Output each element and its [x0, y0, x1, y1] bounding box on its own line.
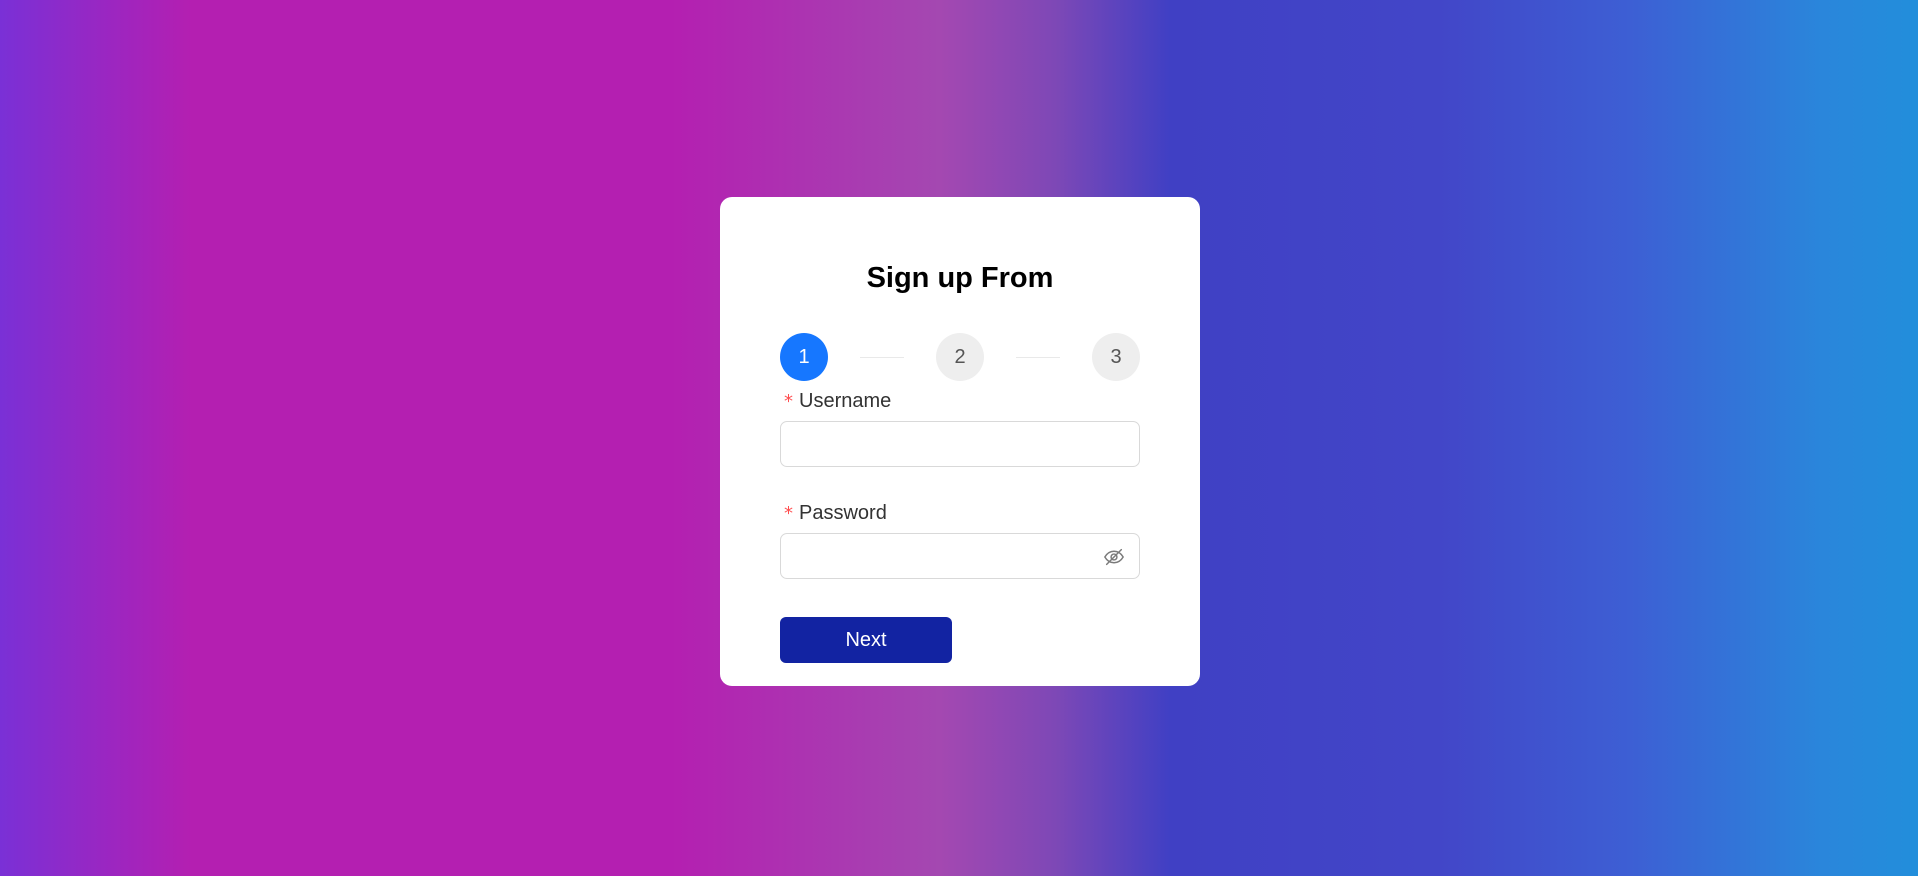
step-2[interactable]: 2 — [936, 333, 984, 381]
password-label-text: Password — [799, 502, 887, 524]
form-title: Sign up From — [866, 262, 1054, 294]
step-1[interactable]: 1 — [780, 333, 828, 381]
password-label: * Password — [780, 501, 1140, 525]
step-connector — [1016, 356, 1060, 358]
username-label-text: Username — [799, 390, 892, 412]
username-label: * Username — [780, 389, 1140, 413]
signup-card: Sign up From 1 2 3 * Username * Password N… — [720, 197, 1200, 686]
username-field-wrapper — [780, 421, 1140, 467]
required-mark: * — [784, 503, 793, 524]
page-background: { "form": { "title": "Sign up From", "st… — [0, 0, 1918, 876]
step-connector — [860, 356, 904, 358]
step-3[interactable]: 3 — [1092, 333, 1140, 381]
step-indicator: 1 2 3 — [780, 333, 1140, 381]
next-button[interactable]: Next — [780, 617, 952, 663]
username-input[interactable] — [781, 422, 1139, 466]
eye-invisible-icon[interactable] — [1103, 546, 1125, 568]
password-input[interactable] — [781, 534, 1139, 578]
password-field-wrapper — [780, 533, 1140, 579]
required-mark: * — [784, 391, 793, 412]
